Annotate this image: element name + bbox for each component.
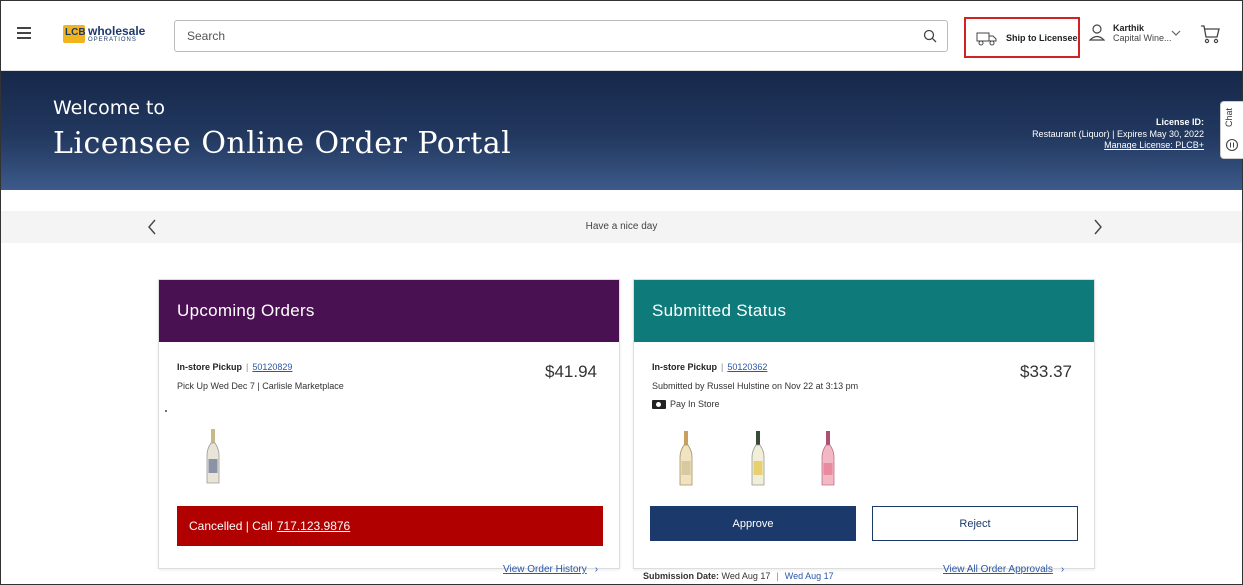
- ship-to-licensee-label: Ship to Licensee: [1006, 32, 1078, 43]
- submission-date: Submission Date: Wed Aug 17 | Wed Aug 17: [643, 571, 834, 581]
- order-line: In-store Pickup | 50120829: [177, 362, 293, 372]
- order-detail: Submitted by Russel Hulstine on Nov 22 a…: [652, 381, 859, 391]
- user-company: Capital Wine...: [1113, 33, 1172, 44]
- order-price: $33.37: [1020, 362, 1072, 381]
- manage-license-link[interactable]: Manage License: PLCB+: [1032, 140, 1204, 152]
- lcb-logo-mark: [63, 25, 86, 43]
- status-phone-link[interactable]: 717.123.9876: [277, 519, 350, 533]
- order-type: In-store Pickup: [177, 362, 243, 372]
- logo-name: wholesale: [88, 24, 146, 38]
- order-number-link[interactable]: 50120362: [727, 362, 767, 372]
- view-order-history-link[interactable]: View Order History ›: [503, 564, 598, 575]
- chat-tab[interactable]: Chat: [1220, 101, 1243, 159]
- license-info: License ID: Restaurant (Liquor) | Expire…: [1032, 117, 1204, 152]
- submission-date-value: Wed Aug 17: [721, 571, 771, 581]
- card-title: Upcoming Orders: [159, 280, 619, 342]
- search-input[interactable]: [175, 21, 895, 51]
- user-icon: [1089, 24, 1105, 41]
- wine-bottle-image[interactable]: [678, 431, 694, 487]
- approve-button[interactable]: Approve: [650, 506, 856, 541]
- view-all-approvals-label: View All Order Approvals: [943, 564, 1053, 575]
- carousel-message: Have a nice day: [585, 221, 658, 232]
- upcoming-orders-card: Upcoming Orders In-store Pickup | 50120829…: [158, 279, 620, 569]
- order-type: In-store Pickup: [652, 362, 718, 372]
- message-carousel: Have a nice day: [1, 211, 1242, 243]
- view-order-history-label: View Order History: [503, 564, 587, 575]
- search-box: [174, 20, 948, 52]
- reject-button[interactable]: Reject: [872, 506, 1078, 541]
- cash-icon: [652, 399, 666, 409]
- view-all-order-approvals-link[interactable]: View All Order Approvals ›: [943, 564, 1064, 575]
- wine-bottle-image[interactable]: [205, 429, 221, 485]
- order-line: In-store Pickup | 50120362: [652, 362, 768, 372]
- chevron-right-icon: ›: [594, 564, 599, 575]
- license-detail: Restaurant (Liquor) | Expires May 30, 20…: [1032, 128, 1204, 139]
- order-number-link[interactable]: 50120829: [252, 362, 292, 372]
- chevron-right-icon: ›: [1060, 564, 1065, 575]
- user-account[interactable]: Karthik Capital Wine...: [1089, 23, 1172, 44]
- submission-date-link[interactable]: Wed Aug 17: [785, 571, 834, 581]
- chat-label: Chat: [1224, 108, 1234, 128]
- truck-icon: [976, 32, 997, 45]
- cancelled-status-bar: Cancelled | Call 717.123.9876: [177, 506, 603, 546]
- license-id-label: License ID:: [1155, 117, 1204, 127]
- card-title: Submitted Status: [634, 280, 1094, 342]
- status-text: Cancelled | Call: [189, 519, 273, 533]
- welcome-text: Welcome to: [53, 97, 166, 119]
- submission-label: Submission Date:: [643, 571, 720, 581]
- logo-sub: OPERATIONS: [88, 37, 137, 43]
- ship-to-licensee-button[interactable]: Ship to Licensee: [964, 17, 1080, 58]
- bullet-dot: [165, 410, 167, 412]
- user-name: Karthik: [1113, 23, 1145, 33]
- chat-icon: [1225, 138, 1239, 152]
- menu-icon[interactable]: [17, 27, 31, 39]
- payment-label: Pay In Store: [670, 399, 720, 409]
- logo[interactable]: wholesale OPERATIONS: [63, 23, 145, 45]
- chevron-down-icon[interactable]: [1171, 29, 1181, 37]
- welcome-banner: Welcome to Licensee Online Order Portal …: [1, 71, 1242, 190]
- submitted-status-card: Submitted Status In-store Pickup | 5012036…: [633, 279, 1095, 569]
- chevron-right-icon[interactable]: [1093, 219, 1103, 235]
- cart-icon[interactable]: [1199, 23, 1221, 45]
- order-detail: Pick Up Wed Dec 7 | Carlisle Marketplace: [177, 381, 344, 391]
- wine-bottle-image[interactable]: [820, 431, 836, 487]
- page-title: Licensee Online Order Portal: [53, 126, 512, 161]
- top-header: wholesale OPERATIONS Ship to Licensee Ka…: [1, 1, 1242, 71]
- wine-bottle-image[interactable]: [750, 431, 766, 487]
- order-price: $41.94: [545, 362, 597, 381]
- search-icon[interactable]: [923, 29, 937, 43]
- payment-method: Pay In Store: [652, 399, 720, 409]
